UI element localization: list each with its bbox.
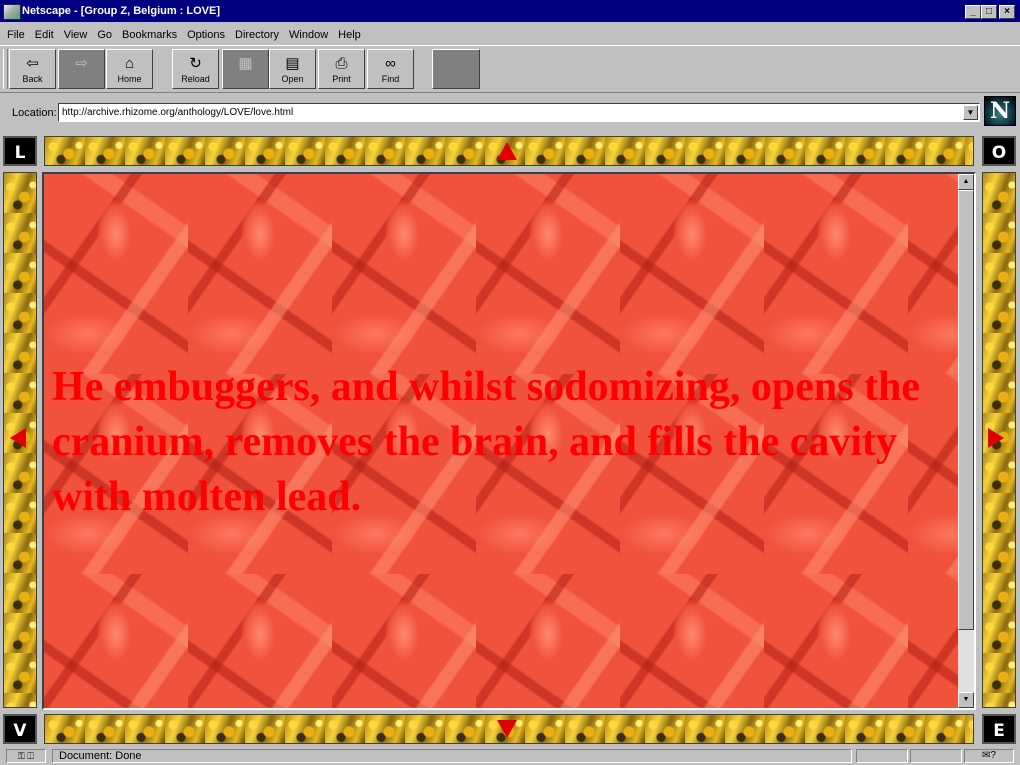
images-icon: ▦ [238,55,253,72]
chevron-down-icon: ▼ [966,108,975,117]
mail-icon[interactable]: ✉? [964,749,1014,763]
nav-down-arrow-icon[interactable] [497,720,517,738]
binoculars-icon: ∞ [385,55,396,72]
corner-letter-bottom-right: E [982,714,1016,744]
corner-letter-top-right: O [982,136,1016,166]
open-label: Open [281,74,304,84]
security-key-icon[interactable]: ⚿ ◫ [6,749,46,763]
status-cell [910,749,962,763]
reload-icon: ↻ [189,55,202,72]
scroll-up-button[interactable]: ▲ [958,174,974,190]
content-frame: He embuggers, and whilst sodomizing, ope… [42,172,976,710]
home-label: Home [117,74,142,84]
scroll-thumb[interactable] [958,190,974,630]
corner-letter-bottom-left: V [3,714,37,744]
open-button[interactable]: ▤ Open [269,49,316,89]
navigation-toolbar: ⇦ Back ⇨ ⌂ Home ↻ Reload ▦ ▤ Open ⎙ Prin… [0,45,1020,93]
nav-right-arrow-icon[interactable] [988,428,1004,448]
location-label: Location: [12,107,57,119]
menu-file[interactable]: File [2,29,30,41]
forward-button[interactable]: ⇨ [58,49,105,89]
location-input[interactable] [58,103,980,122]
print-label: Print [332,74,351,84]
reload-label: Reload [181,74,210,84]
netscape-logo[interactable]: N [984,96,1016,126]
window-title: Netscape - [Group Z, Belgium : LOVE] [22,5,221,17]
toolbar-grip[interactable] [3,49,8,89]
status-bar: ⚿ ◫ Document: Done ✉? [0,747,1020,765]
menu-options[interactable]: Options [182,29,230,41]
triangle-up-icon: ▲ [962,178,970,185]
maximize-button[interactable]: □ [981,5,997,19]
page-frameset: L O V E He embuggers, and whilst sodomiz… [0,132,1020,744]
stop-button[interactable] [432,49,480,89]
menu-bar: File Edit View Go Bookmarks Options Dire… [0,26,1020,44]
find-label: Find [381,74,400,84]
home-button[interactable]: ⌂ Home [106,49,153,89]
printer-icon: ⎙ [335,55,348,72]
location-bar: Location: ▼ N [0,96,1020,130]
triangle-down-icon: ▼ [962,696,970,703]
netscape-app-icon[interactable] [3,4,21,20]
menu-view[interactable]: View [59,29,93,41]
images-button[interactable]: ▦ [222,49,269,89]
progress-cell [856,749,908,763]
forward-arrow-icon: ⇨ [75,55,88,72]
vertical-scrollbar[interactable]: ▲ ▼ [958,174,974,708]
corner-letter-top-left: L [3,136,37,166]
nav-left-arrow-icon[interactable] [10,428,26,448]
close-button[interactable]: × [999,5,1015,19]
back-button[interactable]: ⇦ Back [9,49,56,89]
back-arrow-icon: ⇦ [26,55,39,72]
nav-up-arrow-icon[interactable] [497,142,517,160]
content-text: He embuggers, and whilst sodomizing, ope… [52,364,921,520]
menu-directory[interactable]: Directory [230,29,284,41]
minimize-button[interactable]: _ [965,5,981,19]
home-icon: ⌂ [124,55,135,72]
status-text: Document: Done [52,749,852,763]
back-label: Back [22,74,43,84]
title-bar: Netscape - [Group Z, Belgium : LOVE] _ □… [0,0,1020,24]
open-icon: ▤ [285,55,300,72]
menu-window[interactable]: Window [284,29,333,41]
reload-button[interactable]: ↻ Reload [172,49,219,89]
print-button[interactable]: ⎙ Print [318,49,365,89]
menu-help[interactable]: Help [333,29,366,41]
find-button[interactable]: ∞ Find [367,49,414,89]
menu-bookmarks[interactable]: Bookmarks [117,29,182,41]
scroll-down-button[interactable]: ▼ [958,692,974,708]
menu-go[interactable]: Go [92,29,117,41]
menu-edit[interactable]: Edit [30,29,59,41]
location-dropdown-button[interactable]: ▼ [963,105,978,120]
